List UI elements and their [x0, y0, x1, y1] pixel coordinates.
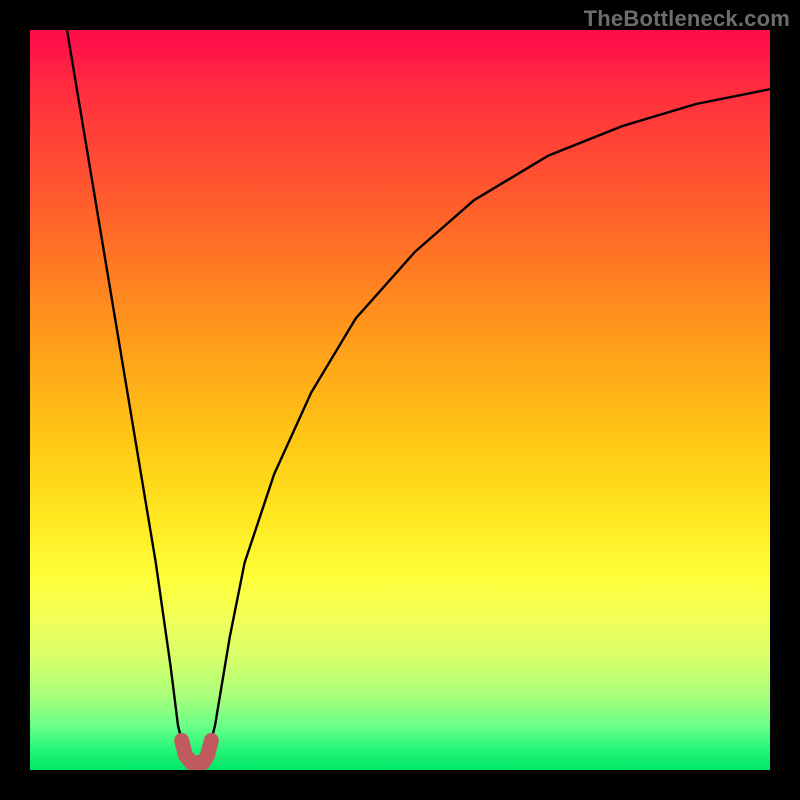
watermark-text: TheBottleneck.com — [584, 6, 790, 32]
curve-layer — [30, 30, 770, 770]
bottleneck-curve — [67, 30, 770, 763]
chart-frame: TheBottleneck.com — [0, 0, 800, 800]
min-marker — [182, 740, 212, 762]
plot-area — [30, 30, 770, 770]
